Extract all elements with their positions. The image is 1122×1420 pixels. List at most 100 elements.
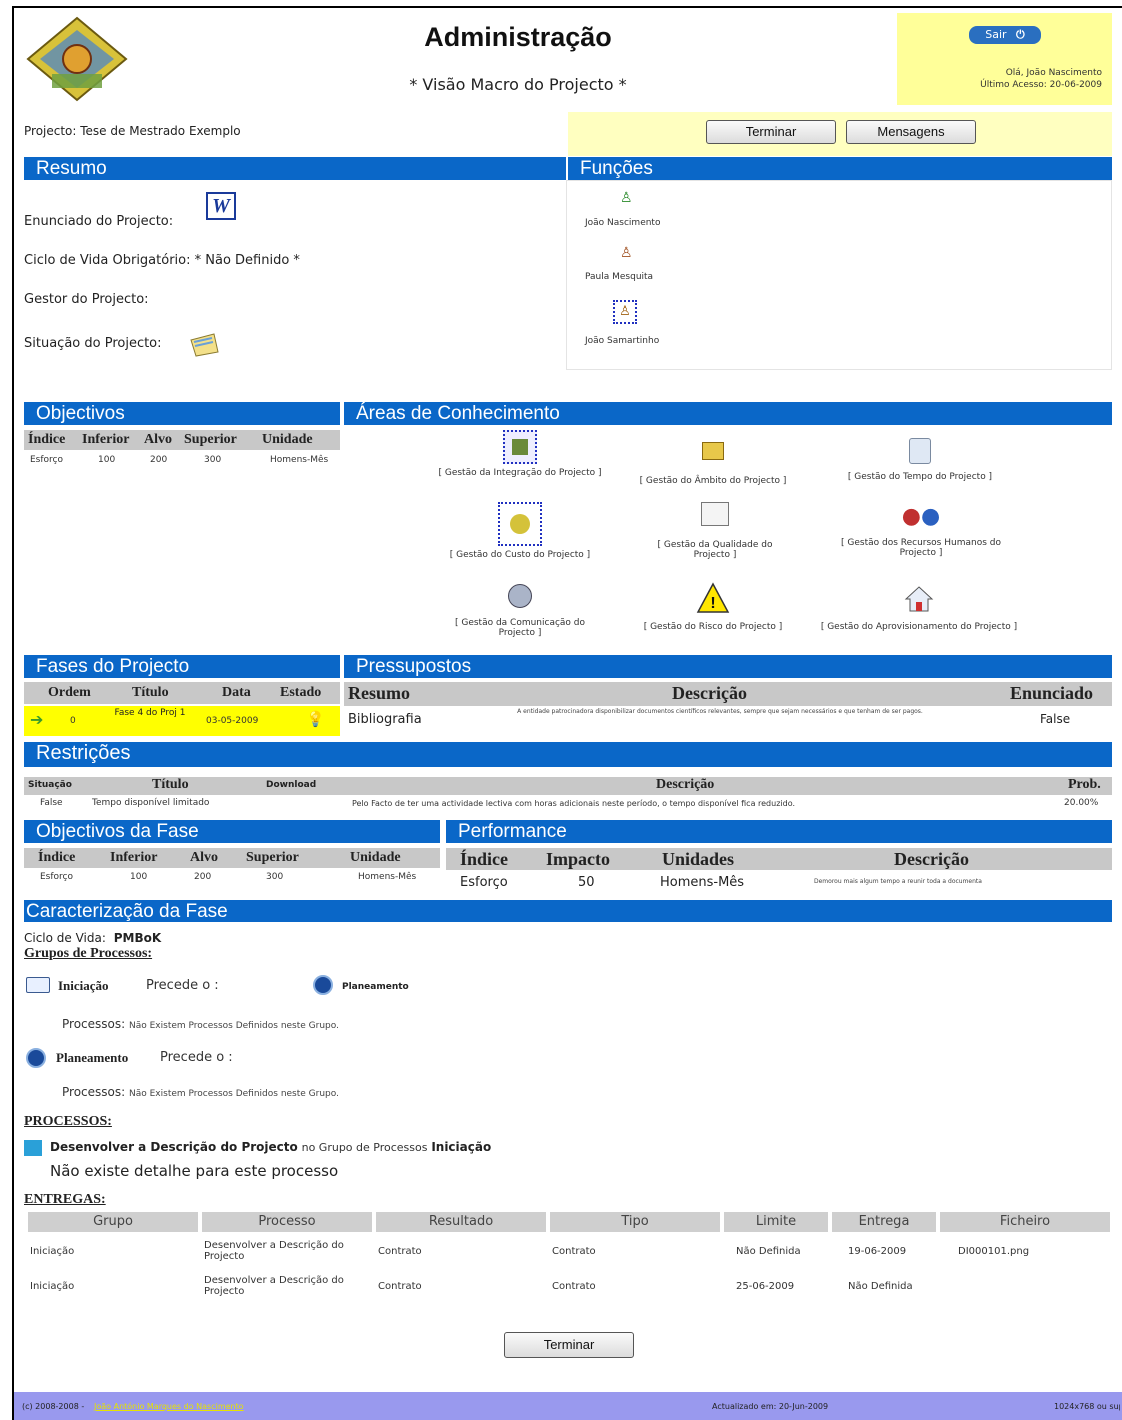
- of-cell: 100: [130, 872, 148, 882]
- phase-title[interactable]: Fase 4 do Proj 1: [108, 707, 192, 719]
- area-qualidade[interactable]: [ Gestão da Qualidade do Projecto ]: [640, 500, 790, 560]
- ent-col-entrega: Entrega: [832, 1212, 936, 1232]
- press-col-descricao: Descrição: [672, 683, 747, 703]
- cost-icon: [498, 502, 542, 546]
- perf-cell: Homens-Mês: [660, 875, 745, 890]
- person-icon: ♙: [620, 190, 633, 206]
- caracterizacao-header: Caracterização da Fase: [24, 900, 1112, 922]
- resolution-note: 1024x768 ou superior: [1054, 1402, 1120, 1411]
- processos-title: PROCESSOS:: [24, 1114, 112, 1129]
- house-icon: [902, 584, 936, 618]
- obj-col-superior: Superior: [184, 432, 237, 447]
- finish-button-bottom[interactable]: Terminar: [504, 1332, 634, 1358]
- ent-col-ficheiro: Ficheiro: [940, 1212, 1110, 1232]
- of-col-alvo: Alvo: [190, 850, 218, 865]
- greeting: Olá, João Nascimento: [1005, 68, 1102, 78]
- perf-col-indice: Índice: [460, 849, 509, 869]
- area-custo[interactable]: [ Gestão do Custo do Projecto ]: [430, 502, 610, 560]
- obj-col-unidade: Unidade: [262, 432, 313, 447]
- area-comunicacao[interactable]: [ Gestão da Comunicação do Projecto ]: [440, 582, 600, 638]
- press-col-resumo: Resumo: [348, 683, 410, 703]
- process-square-icon: [24, 1140, 42, 1156]
- project-label: Projecto: Tese de Mestrado Exemplo: [24, 124, 241, 138]
- restr-col-situacao: Situação: [28, 780, 72, 790]
- person-icon: ♙: [620, 245, 633, 261]
- fases-col-estado: Estado: [280, 685, 322, 700]
- person-icon: ♙: [613, 300, 637, 324]
- precede-label: Precede o :: [146, 978, 219, 993]
- perf-cell: Esforço: [460, 875, 508, 890]
- obj-col-inferior: Inferior: [82, 432, 130, 447]
- clock-icon: [26, 1048, 46, 1068]
- press-descricao: A entidade patrocinadora disponibilizar …: [517, 708, 923, 715]
- funcoes-header: Funções: [568, 157, 1112, 180]
- messages-button[interactable]: Mensagens: [846, 120, 976, 144]
- area-aprovisionamento[interactable]: [ Gestão do Aprovisionamento do Projecto…: [804, 584, 1034, 632]
- no-detail: Não existe detalhe para este processo: [50, 1162, 339, 1180]
- perf-col-unidades: Unidades: [662, 849, 735, 869]
- page-title: Administração: [424, 22, 612, 52]
- obj-cell: 300: [204, 455, 222, 465]
- person-1: João Nascimento: [585, 218, 661, 228]
- grupos-label: Grupos de Processos:: [24, 946, 153, 961]
- restr-col-download: Download: [266, 780, 317, 790]
- finish-button-top[interactable]: Terminar: [706, 120, 836, 144]
- clock-icon: [313, 975, 333, 995]
- area-recursos[interactable]: ●● [ Gestão dos Recursos Humanos do Proj…: [826, 504, 1016, 558]
- phase-row[interactable]: ➔ 0 Fase 4 do Proj 1 03-05-2009 💡: [24, 706, 340, 736]
- page-subtitle: * Visão Macro do Projecto *: [409, 75, 627, 94]
- objectivos-fase-header: Objectivos da Fase: [24, 820, 440, 843]
- objectivos-header: Objectivos: [24, 402, 340, 425]
- pressupostos-header: Pressupostos: [344, 655, 1112, 678]
- area-ambito[interactable]: [ Gestão do Âmbito do Projecto ]: [624, 436, 802, 486]
- power-icon: ⏻: [1016, 28, 1025, 41]
- press-resumo: Bibliografia: [348, 712, 422, 727]
- restr-descricao: Pelo Facto de ter uma actividade lectiva…: [352, 799, 795, 808]
- of-col-superior: Superior: [246, 850, 299, 865]
- area-integracao[interactable]: [ Gestão da Integração do Projecto ]: [420, 430, 620, 478]
- restr-col-titulo: Título: [152, 777, 189, 792]
- warning-icon: !: [696, 582, 730, 618]
- restr-prob: 20.00%: [1064, 798, 1099, 808]
- word-doc-icon[interactable]: W: [206, 192, 236, 220]
- arrow-right-icon: ➔: [30, 710, 44, 729]
- obj-cell: Esforço: [30, 455, 64, 465]
- restr-titulo: Tempo disponível limitado: [92, 798, 210, 808]
- process-line: Desenvolver a Descrição do Projecto no G…: [50, 1140, 492, 1154]
- perf-cell: Demorou mais algum tempo a reunir toda a…: [814, 878, 982, 885]
- obj-cell: Homens-Mês: [270, 455, 329, 465]
- footer: (c) 2008-2008 - João António Marques do …: [14, 1392, 1122, 1420]
- press-enunciado: False: [1040, 712, 1071, 726]
- ent-col-processo: Processo: [202, 1212, 372, 1232]
- of-col-inferior: Inferior: [110, 850, 158, 865]
- of-cell: Homens-Mês: [358, 872, 417, 882]
- phase-ordem: 0: [70, 716, 76, 726]
- people-icon: ●●: [901, 504, 941, 529]
- fases-col-titulo: Título: [132, 685, 169, 700]
- obj-col-indice: Índice: [28, 432, 66, 447]
- restricoes-header: Restrições: [24, 742, 1112, 767]
- group-planeamento: Planeamento: [56, 1050, 129, 1065]
- perf-col-impacto: Impacto: [546, 849, 610, 869]
- person-2: Paula Mesquita: [585, 272, 654, 282]
- gestor-label: Gestor do Projecto:: [24, 292, 149, 307]
- area-tempo[interactable]: [ Gestão do Tempo do Projecto ]: [830, 436, 1010, 482]
- processos-line-2: Processos: Não Existem Processos Definid…: [62, 1085, 339, 1099]
- processos-line-1: Processos: Não Existem Processos Definid…: [62, 1017, 339, 1031]
- precede-label: Precede o :: [160, 1050, 233, 1065]
- ent-col-grupo: Grupo: [28, 1212, 198, 1232]
- obj-cell: 200: [150, 455, 168, 465]
- of-cell: 200: [194, 872, 212, 882]
- svg-text:!: !: [710, 595, 715, 612]
- fases-col-ordem: Ordem: [48, 685, 91, 700]
- file-link[interactable]: DI000101.png: [958, 1246, 1029, 1257]
- situacao-label: Situação do Projecto:: [24, 336, 162, 351]
- communication-icon: [503, 584, 537, 614]
- area-risco[interactable]: ! [ Gestão do Risco do Projecto ]: [626, 582, 800, 632]
- of-cell: Esforço: [40, 872, 74, 882]
- logout-button[interactable]: Sair ⏻: [969, 26, 1041, 44]
- fases-col-data: Data: [222, 685, 251, 700]
- author-link[interactable]: João António Marques do Nascimento: [94, 1402, 244, 1411]
- status-note-icon: [188, 330, 220, 358]
- ent-col-resultado: Resultado: [376, 1212, 546, 1232]
